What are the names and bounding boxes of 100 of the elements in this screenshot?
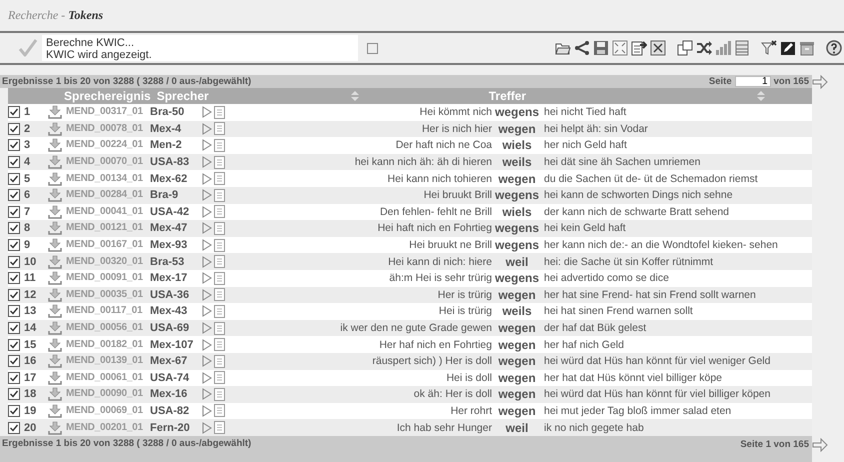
event-id[interactable]: MEND_00224_01 [66, 138, 150, 152]
share-icon[interactable] [574, 40, 590, 56]
checkbox[interactable] [8, 272, 20, 284]
download-icon[interactable] [48, 221, 62, 236]
event-id[interactable]: MEND_00201_01 [66, 420, 150, 435]
document-icon[interactable] [214, 172, 225, 186]
play-icon[interactable] [202, 388, 212, 400]
checkbox[interactable] [8, 139, 20, 152]
event-id[interactable]: MEND_00317_01 [66, 105, 150, 120]
download-icon[interactable] [48, 155, 62, 170]
download-icon[interactable] [48, 338, 62, 352]
copy-icon[interactable] [677, 40, 693, 56]
play-icon[interactable] [202, 338, 212, 351]
play-icon[interactable] [202, 139, 212, 152]
checkbox[interactable] [8, 106, 20, 118]
event-id[interactable]: MEND_00134_01 [66, 172, 150, 186]
event-id[interactable]: MEND_00284_01 [66, 188, 150, 202]
download-icon[interactable] [48, 354, 62, 368]
event-id[interactable]: MEND_00070_01 [66, 155, 150, 170]
document-icon[interactable] [214, 404, 225, 418]
download-icon[interactable] [48, 172, 62, 186]
event-id[interactable]: MEND_00069_01 [66, 404, 150, 418]
event-id[interactable]: MEND_00182_01 [66, 338, 150, 352]
play-icon[interactable] [202, 322, 212, 334]
event-id[interactable]: MEND_00035_01 [66, 288, 150, 302]
document-icon[interactable] [214, 388, 225, 401]
download-icon[interactable] [48, 387, 62, 402]
download-icon[interactable] [48, 370, 62, 385]
document-icon[interactable] [214, 156, 225, 169]
event-id[interactable]: MEND_00117_01 [66, 304, 150, 318]
column-header[interactable]: Sprecher [156, 89, 209, 103]
document-icon[interactable] [214, 188, 225, 202]
checkbox[interactable] [8, 388, 20, 400]
event-id[interactable]: MEND_00320_01 [66, 254, 150, 269]
checkbox[interactable] [8, 422, 20, 434]
download-icon[interactable] [48, 138, 62, 152]
edit-icon[interactable] [780, 40, 796, 56]
checkbox[interactable] [8, 372, 20, 384]
document-icon[interactable] [214, 138, 225, 152]
document-icon[interactable] [214, 222, 225, 235]
document-icon[interactable] [214, 338, 225, 352]
download-icon[interactable] [48, 254, 62, 269]
checkbox[interactable] [8, 156, 20, 168]
play-icon[interactable] [202, 272, 212, 284]
document-icon[interactable] [214, 304, 225, 318]
play-icon[interactable] [202, 355, 212, 368]
document-icon[interactable] [214, 371, 225, 384]
checkbox[interactable] [8, 189, 20, 202]
checkbox[interactable] [8, 355, 20, 368]
checkbox[interactable] [8, 206, 20, 218]
checkbox[interactable] [8, 288, 20, 301]
play-icon[interactable] [202, 372, 212, 384]
download-icon[interactable] [48, 105, 62, 120]
play-icon[interactable] [202, 189, 212, 202]
event-id[interactable]: MEND_00061_01 [66, 370, 150, 385]
play-icon[interactable] [202, 106, 212, 118]
download-icon[interactable] [48, 288, 62, 302]
document-icon[interactable] [214, 255, 225, 268]
document-icon[interactable] [214, 322, 225, 335]
document-icon[interactable] [214, 106, 225, 119]
event-id[interactable]: MEND_00091_01 [66, 271, 150, 286]
download-icon[interactable] [48, 271, 62, 286]
next-page-icon[interactable] [812, 74, 828, 88]
event-id[interactable]: MEND_00121_01 [66, 221, 150, 236]
checkbox[interactable] [8, 404, 20, 417]
event-id[interactable]: MEND_00056_01 [66, 321, 150, 336]
play-icon[interactable] [202, 222, 212, 234]
checkbox[interactable] [8, 239, 20, 252]
checkbox[interactable] [8, 338, 20, 351]
checkbox[interactable] [8, 305, 20, 318]
play-icon[interactable] [202, 172, 212, 185]
play-icon[interactable] [202, 288, 212, 301]
page-input[interactable]: 1 [734, 76, 771, 87]
download-icon[interactable] [48, 304, 62, 318]
document-icon[interactable] [214, 272, 225, 285]
archive-icon[interactable] [799, 40, 815, 56]
checkbox[interactable] [8, 322, 20, 334]
spreadsheet-icon[interactable] [650, 40, 666, 56]
export-icon[interactable] [631, 40, 647, 56]
filter-off-icon[interactable] [761, 40, 777, 56]
download-icon[interactable] [48, 321, 62, 336]
play-icon[interactable] [202, 422, 212, 434]
play-icon[interactable] [202, 305, 212, 318]
play-icon[interactable] [202, 206, 212, 218]
event-id[interactable]: MEND_00041_01 [66, 204, 150, 219]
checkbox[interactable] [8, 256, 20, 268]
checkbox[interactable] [8, 172, 20, 185]
download-icon[interactable] [48, 420, 62, 435]
play-icon[interactable] [202, 256, 212, 268]
column-header[interactable]: Treffer [488, 89, 526, 103]
download-icon[interactable] [48, 204, 62, 219]
expand-icon[interactable] [612, 40, 628, 56]
download-icon[interactable] [48, 188, 62, 202]
play-icon[interactable] [202, 239, 212, 252]
event-id[interactable]: MEND_00090_01 [66, 387, 150, 402]
event-id[interactable]: MEND_00139_01 [66, 354, 150, 368]
column-header[interactable]: Sprechereignis [64, 89, 151, 103]
download-icon[interactable] [48, 238, 62, 252]
document-icon[interactable] [214, 288, 225, 302]
play-icon[interactable] [202, 404, 212, 417]
